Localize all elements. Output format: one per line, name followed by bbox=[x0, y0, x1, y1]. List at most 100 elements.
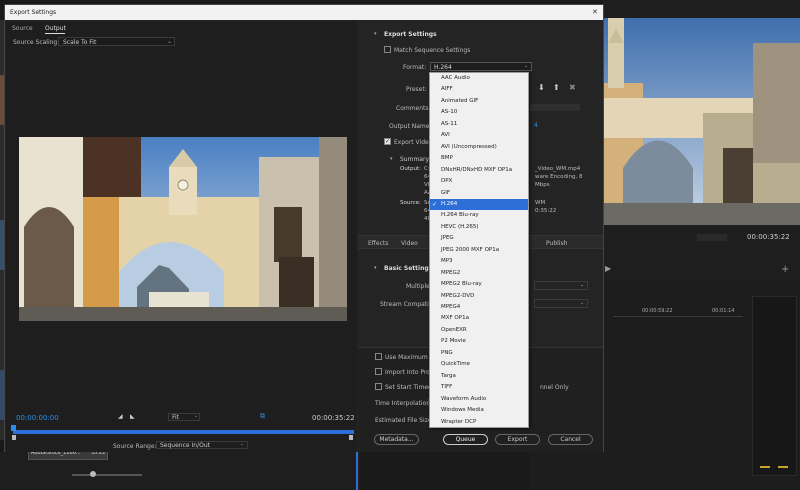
aspect-icon[interactable]: ⧉ bbox=[260, 412, 265, 421]
format-option[interactable]: MPEG2 Blu-ray bbox=[430, 279, 528, 290]
export-button[interactable]: Export bbox=[495, 434, 540, 445]
format-dropdown[interactable]: H.264 ⌄ bbox=[430, 62, 532, 71]
playhead-handle[interactable] bbox=[11, 425, 16, 431]
summary-title: Summary bbox=[400, 156, 429, 163]
format-option-label: TIFF bbox=[441, 384, 453, 391]
est-size-label: Estimated File Size: bbox=[375, 417, 434, 424]
summary-output-right-3: Mbps bbox=[535, 182, 550, 188]
video-preview-frame bbox=[19, 137, 347, 321]
format-option[interactable]: MP3 bbox=[430, 256, 528, 267]
format-option[interactable]: BMP bbox=[430, 153, 528, 164]
work-area-start[interactable] bbox=[12, 435, 16, 440]
source-scaling-label: Source Scaling: bbox=[13, 39, 60, 46]
tab-source[interactable]: Source bbox=[12, 25, 33, 32]
add-icon[interactable]: + bbox=[781, 264, 789, 275]
format-option[interactable]: MPEG4 bbox=[430, 302, 528, 313]
format-option[interactable]: TIFF bbox=[430, 382, 528, 393]
tab-effects[interactable]: Effects bbox=[368, 240, 388, 247]
program-monitor-timecode: 00:00:35:22 bbox=[747, 233, 790, 241]
format-option[interactable]: P2 Movie bbox=[430, 336, 528, 347]
source-scaling-dropdown[interactable]: Scale To Fit ⌄ bbox=[58, 37, 175, 46]
format-option[interactable]: PNG bbox=[430, 348, 528, 359]
format-option[interactable]: H.264 Blu-ray bbox=[430, 210, 528, 221]
export-button-label: Export bbox=[507, 436, 528, 443]
tab-output[interactable]: Output bbox=[45, 25, 66, 32]
format-option[interactable]: Windows Media bbox=[430, 405, 528, 416]
import-preset-icon[interactable]: ⬆ bbox=[553, 83, 560, 92]
format-option-label: MPEG2 bbox=[441, 269, 461, 276]
format-option-label: BMP bbox=[441, 155, 453, 162]
format-option[interactable]: DPX bbox=[430, 176, 528, 187]
chevron-down-icon: ⌄ bbox=[167, 38, 173, 45]
format-option[interactable]: MPEG2-DVD bbox=[430, 291, 528, 302]
tab-publish[interactable]: Publish bbox=[546, 240, 567, 247]
preset-label: Preset: bbox=[406, 86, 427, 93]
format-option-label: Wrapter DCP bbox=[441, 418, 477, 425]
output-name-link[interactable]: 4 bbox=[534, 122, 538, 129]
summary-toggle-icon[interactable]: ▾ bbox=[390, 156, 393, 162]
start-timecode-checkbox[interactable] bbox=[375, 383, 382, 390]
chevron-down-icon: ⌄ bbox=[580, 282, 585, 288]
program-monitor bbox=[603, 18, 800, 225]
format-option-label: JPEG bbox=[441, 235, 454, 242]
metadata-button[interactable]: Metadata... bbox=[374, 434, 419, 445]
summary-output-right-2: ware Encoding, 8 bbox=[535, 174, 583, 180]
format-option[interactable]: QuickTime bbox=[430, 359, 528, 370]
format-option[interactable]: Targa bbox=[430, 371, 528, 382]
format-option[interactable]: AVI (Uncompressed) bbox=[430, 142, 528, 153]
window-top-bar bbox=[603, 0, 800, 18]
format-option[interactable]: HEVC (H.265) bbox=[430, 222, 528, 233]
queue-button[interactable]: Queue bbox=[443, 434, 488, 445]
close-icon[interactable]: ✕ bbox=[592, 8, 598, 16]
end-timecode: 00:00:35:22 bbox=[312, 414, 355, 422]
format-option[interactable]: AVI bbox=[430, 130, 528, 141]
format-option[interactable]: JPEG 2000 MXF OP1a bbox=[430, 245, 528, 256]
stream-compat-dropdown[interactable]: ⌄ bbox=[534, 299, 588, 308]
format-option-label: MPEG2 Blu-ray bbox=[441, 281, 482, 288]
format-option[interactable]: MPEG2 bbox=[430, 268, 528, 279]
bin-zoom-handle[interactable] bbox=[90, 471, 96, 477]
format-option[interactable]: GIF bbox=[430, 188, 528, 199]
current-timecode[interactable]: 00:00:00:00 bbox=[16, 414, 59, 422]
tab-video[interactable]: Video bbox=[401, 240, 418, 247]
match-sequence-checkbox[interactable] bbox=[384, 46, 391, 53]
bin-zoom-slider[interactable] bbox=[72, 474, 142, 476]
max-render-checkbox[interactable] bbox=[375, 353, 382, 360]
format-option[interactable]: DNxHR/DNxHD MXF OP1a bbox=[430, 165, 528, 176]
format-option-label: OpenEXR bbox=[441, 326, 467, 333]
program-monitor-frame bbox=[603, 18, 800, 225]
comments-input[interactable] bbox=[530, 104, 580, 111]
multiplexer-dropdown[interactable]: ⌄ bbox=[534, 281, 588, 290]
basic-settings-toggle-icon[interactable]: ▾ bbox=[374, 265, 377, 271]
delete-preset-icon[interactable]: ✖ bbox=[569, 83, 576, 92]
format-option[interactable]: Animated GIF bbox=[430, 96, 528, 107]
save-preset-icon[interactable]: ⬇ bbox=[538, 83, 545, 92]
export-video-checkbox[interactable]: ✓ bbox=[384, 138, 391, 145]
format-option[interactable]: ✓ H.264 bbox=[430, 198, 528, 211]
work-area-end[interactable] bbox=[349, 435, 353, 440]
format-option[interactable]: AIFF bbox=[430, 84, 528, 95]
source-range-dropdown[interactable]: Sequence In/Out ⌄ bbox=[156, 441, 248, 449]
format-option[interactable]: MXF OP1a bbox=[430, 313, 528, 324]
timeline-track[interactable] bbox=[13, 430, 354, 434]
format-option[interactable]: AS-11 bbox=[430, 119, 528, 130]
comments-label: Comments: bbox=[396, 105, 431, 112]
section-toggle-icon[interactable]: ▾ bbox=[374, 31, 377, 37]
summary-output-label: Output: bbox=[400, 166, 421, 172]
format-option[interactable]: AS-10 bbox=[430, 107, 528, 118]
timeline-ruler-line bbox=[613, 316, 743, 317]
format-option-label: GIF bbox=[441, 189, 451, 196]
dialog-title: Export Settings bbox=[10, 9, 57, 16]
format-option[interactable]: AAC Audio bbox=[430, 73, 528, 84]
format-option[interactable]: Wrapter DCP bbox=[430, 417, 528, 428]
cancel-button[interactable]: Cancel bbox=[548, 434, 593, 445]
play-icon[interactable]: ▶ bbox=[605, 264, 611, 273]
format-option[interactable]: OpenEXR bbox=[430, 325, 528, 336]
format-option-label: H.264 Blu-ray bbox=[441, 212, 479, 219]
mark-in-icon[interactable]: ◢ bbox=[118, 413, 123, 420]
format-option[interactable]: JPEG bbox=[430, 233, 528, 244]
format-option[interactable]: Waveform Audio bbox=[430, 394, 528, 405]
zoom-dropdown[interactable]: Fit ⌄ bbox=[168, 413, 200, 421]
import-project-checkbox[interactable] bbox=[375, 368, 382, 375]
mark-out-icon[interactable]: ◣ bbox=[130, 413, 135, 420]
